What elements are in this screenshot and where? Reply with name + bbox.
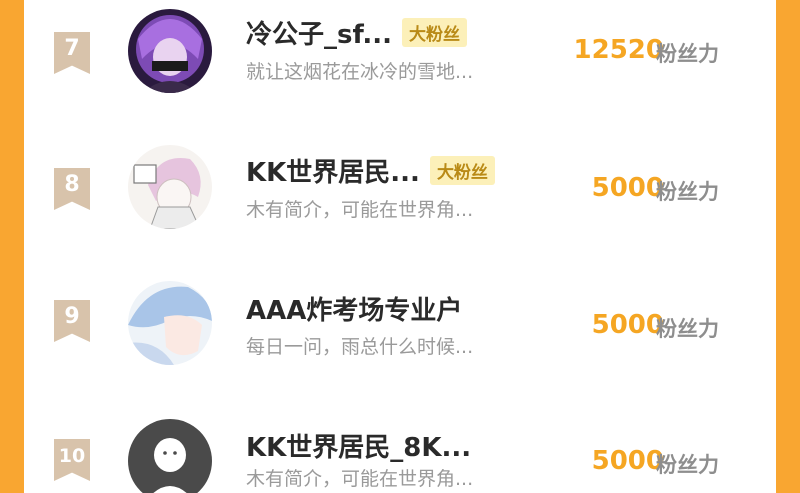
fan-level-badge: 大粉丝 (429, 156, 495, 185)
user-name[interactable]: KK世界居民_8K... (246, 427, 471, 464)
fan-power-unit: 粉丝力 (656, 453, 719, 477)
sketch-pink-hair-avatar-image (128, 145, 212, 229)
user-name[interactable]: 冷公子_sf... 大粉丝 (246, 14, 467, 51)
fan-ranking-list: 7 冷公子_sf... 大粉丝 就让这烟花在冰冷的雪地... 12520 粉丝力 … (24, 0, 776, 493)
user-description: 就让这烟花在冰冷的雪地... (246, 61, 474, 83)
fan-power-score: 5000 (591, 310, 664, 340)
ranking-row[interactable]: 7 冷公子_sf... 大粉丝 就让这烟花在冰冷的雪地... 12520 粉丝力 (24, 0, 776, 100)
rank-ribbon: 7 (54, 32, 90, 74)
user-name[interactable]: KK世界居民... 大粉丝 (246, 152, 495, 189)
rank-ribbon: 9 (54, 300, 90, 342)
fan-power-unit: 粉丝力 (656, 317, 719, 341)
blue-hair-avatar-image (128, 281, 212, 365)
user-name-text: AAA炸考场专业户 (246, 296, 463, 326)
user-description: 木有简介，可能在世界角... (246, 468, 474, 490)
avatar[interactable] (128, 419, 212, 493)
user-description: 木有简介，可能在世界角... (246, 199, 474, 221)
avatar[interactable] (128, 145, 212, 229)
ranking-row[interactable]: 10 KK世界居民_8K... 木有简介，可能在世界角... 5000 粉丝力 (24, 415, 776, 493)
avatar[interactable] (128, 281, 212, 365)
user-name-text: KK世界居民_8K... (246, 433, 472, 463)
user-description: 每日一问，雨总什么时候... (246, 336, 474, 358)
fan-level-badge: 大粉丝 (402, 18, 467, 47)
fan-power-unit: 粉丝力 (656, 180, 719, 204)
ranking-row[interactable]: 9 AAA炸考场专业户 每日一问，雨总什么时候... 5000 粉丝力 (24, 280, 776, 380)
user-name-text: 冷公子_sf... (246, 20, 392, 50)
purple-hair-avatar-image (128, 9, 212, 93)
fan-power-score: 5000 (591, 446, 664, 476)
default-avatar-image (128, 419, 212, 493)
user-name[interactable]: AAA炸考场专业户 (246, 290, 462, 327)
rank-ribbon: 10 (54, 439, 90, 481)
avatar[interactable] (128, 9, 212, 93)
user-name-text: KK世界居民... (246, 158, 420, 188)
fan-power-score: 5000 (591, 173, 664, 203)
ranking-row[interactable]: 8 KK世界居民... 大粉丝 木有简介，可能在世界角... 5000 粉丝力 (24, 140, 776, 240)
fan-power-score: 12520 (573, 35, 664, 65)
rank-ribbon: 8 (54, 168, 90, 210)
fan-power-unit: 粉丝力 (656, 42, 719, 66)
